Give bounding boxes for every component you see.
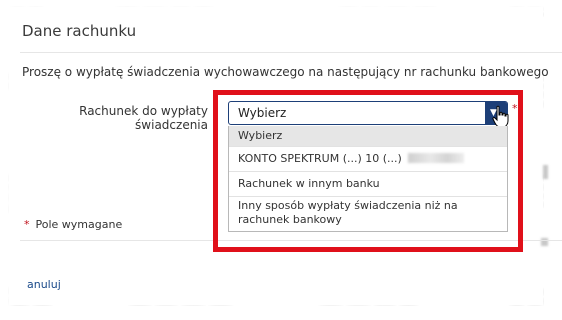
account-field-label-line2: świadczenia xyxy=(135,118,208,132)
required-note-text: Pole wymagane xyxy=(35,218,123,231)
cancel-link[interactable]: anuluj xyxy=(27,278,61,291)
section-title: Dane rachunku xyxy=(22,22,137,40)
required-marker: * xyxy=(24,218,30,231)
option-konto-spektrum[interactable]: KONTO SPEKTRUM (...) 10 (...) xyxy=(229,147,507,171)
redacted-account-number xyxy=(407,153,464,163)
required-note: * Pole wymagane xyxy=(24,218,122,231)
option-label: Rachunek w innym banku xyxy=(238,177,380,190)
divider xyxy=(20,52,562,53)
account-field-label-line1: Rachunek do wypłaty xyxy=(79,104,208,118)
blurred-fragment xyxy=(543,165,548,179)
section-description: Proszę o wypłatę świadczenia wychowawcze… xyxy=(22,65,549,79)
option-wybierz[interactable]: Wybierz xyxy=(229,126,507,146)
select-value: Wybierz xyxy=(238,106,287,120)
account-field-label: Rachunek do wypłaty świadczenia xyxy=(60,104,208,132)
option-label-line2: rachunek bankowy xyxy=(238,213,342,226)
option-label: KONTO SPEKTRUM (...) 10 (...) xyxy=(238,152,402,165)
option-other-payment-method[interactable]: Inny sposób wypłaty świadczenia niż na r… xyxy=(229,199,507,231)
option-label-line1: Inny sposób wypłaty świadczenia niż na xyxy=(238,199,458,212)
option-label: Wybierz xyxy=(238,129,283,142)
option-other-bank-account[interactable]: Rachunek w innym banku xyxy=(229,172,507,196)
account-select[interactable]: Wybierz ▼ xyxy=(228,101,508,125)
option-divider xyxy=(229,196,507,197)
account-options-list: Wybierz KONTO SPEKTRUM (...) 10 (...) Ra… xyxy=(228,126,508,232)
